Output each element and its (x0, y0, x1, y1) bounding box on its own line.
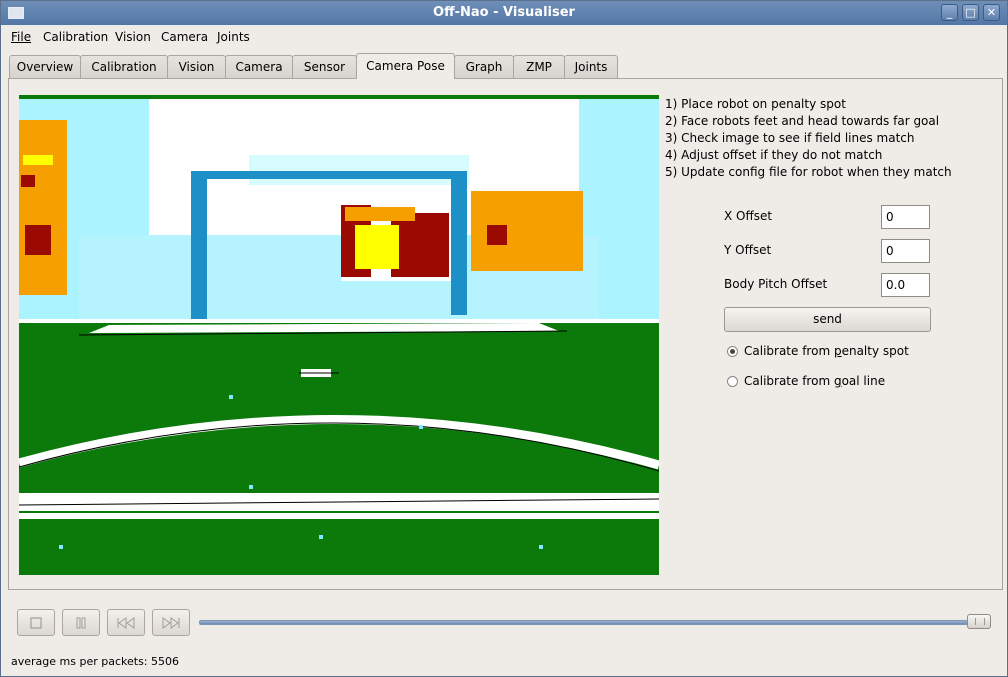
instruction-1: 1) Place robot on penalty spot (665, 97, 846, 111)
x-offset-field[interactable] (881, 205, 930, 229)
instruction-2: 2) Face robots feet and head towards far… (665, 114, 940, 128)
playback-slider-handle[interactable] (967, 614, 991, 629)
radio-goal-line-label: Calibrate from goal line (744, 374, 886, 388)
tab-joints[interactable]: Joints (564, 55, 618, 79)
body-pitch-offset-field[interactable] (881, 273, 930, 297)
menu-vision-label: Vision (115, 30, 151, 44)
tab-camera-pose[interactable]: Camera Pose (356, 53, 455, 79)
minimize-icon: _ (946, 6, 953, 19)
menu-camera[interactable]: Camera (161, 30, 208, 44)
menu-calibration-label: Calibration (43, 30, 109, 44)
menu-camera-label: Camera (161, 30, 209, 44)
menu-vision[interactable]: Vision (115, 30, 151, 44)
body-pitch-offset-label: Body Pitch Offset (724, 277, 828, 291)
fast-forward-button[interactable] (152, 609, 190, 636)
menu-joints[interactable]: Joints (217, 30, 250, 44)
maximize-icon: □ (965, 6, 976, 19)
radio-penalty-label: Calibrate from penalty spot (744, 344, 909, 358)
instructions-list: 1) Place robot on penalty spot 2) Face r… (665, 96, 952, 181)
stop-icon (30, 617, 42, 629)
menu-bar: File Calibration Vision Camera Joints (1, 26, 1007, 48)
close-button[interactable]: ✕ (983, 4, 1000, 21)
menu-joints-label: Joints (217, 30, 250, 44)
y-offset-field[interactable] (881, 239, 930, 263)
tab-vision[interactable]: Vision (167, 55, 226, 79)
status-text: average ms per packets: 5506 (11, 655, 179, 668)
playback-slider-track[interactable] (199, 620, 989, 625)
fast-forward-icon (162, 617, 180, 629)
camera-image[interactable] (19, 95, 659, 575)
radio-goal-line-indicator[interactable] (727, 376, 738, 387)
y-offset-label: Y Offset (724, 243, 772, 257)
pause-icon (76, 617, 86, 629)
menu-file-label: File (11, 30, 32, 44)
tab-graph[interactable]: Graph (454, 55, 514, 79)
camera-image-canvas (19, 95, 659, 575)
pause-button[interactable] (62, 609, 100, 636)
window-title: Off-Nao - Visualiser (433, 5, 575, 20)
minimize-button[interactable]: _ (941, 4, 958, 21)
instruction-3: 3) Check image to see if field lines mat… (665, 131, 915, 145)
menu-calibration[interactable]: Calibration (43, 30, 108, 44)
maximize-button[interactable]: □ (962, 4, 979, 21)
rewind-icon (117, 617, 135, 629)
close-icon: ✕ (986, 6, 997, 19)
tab-camera[interactable]: Camera (225, 55, 293, 79)
send-button[interactable]: send (724, 307, 931, 332)
tab-sensor[interactable]: Sensor (292, 55, 357, 79)
tab-overview[interactable]: Overview (9, 55, 81, 79)
main-window: Off-Nao - Visualiser _ □ ✕ File Calibrat… (0, 0, 1008, 677)
tab-calibration[interactable]: Calibration (80, 55, 168, 79)
menu-file[interactable]: File (11, 30, 31, 44)
title-bar: Off-Nao - Visualiser _ □ ✕ (1, 1, 1007, 25)
x-offset-label: X Offset (724, 209, 773, 223)
tab-zmp[interactable]: ZMP (513, 55, 565, 79)
instruction-5: 5) Update config file for robot when the… (665, 165, 952, 179)
radio-penalty-indicator[interactable] (727, 346, 738, 357)
rewind-button[interactable] (107, 609, 145, 636)
stop-button[interactable] (17, 609, 55, 636)
instruction-4: 4) Adjust offset if they do not match (665, 148, 883, 162)
